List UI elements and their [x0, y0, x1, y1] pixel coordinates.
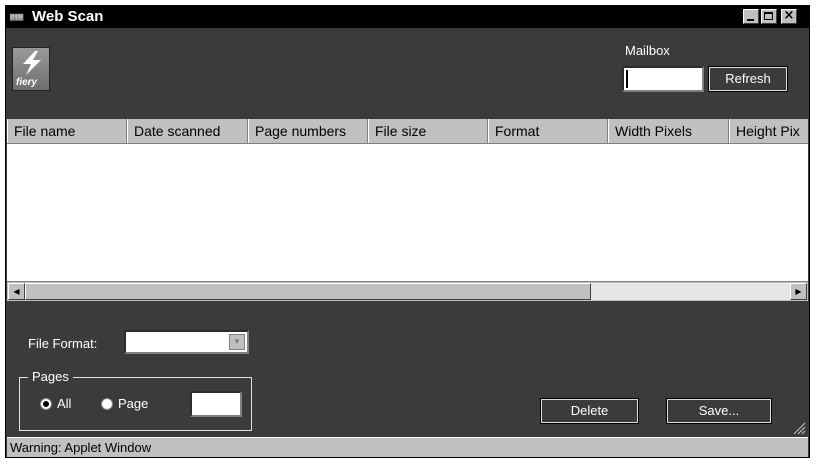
radio-all-label[interactable]: All	[57, 396, 71, 411]
column-header-width-pixels[interactable]: Width Pixels	[608, 119, 729, 143]
horizontal-scrollbar[interactable]: ◀ ▶	[7, 281, 808, 301]
scroll-left-arrow-icon[interactable]: ◀	[8, 283, 25, 300]
scrollbar-thumb[interactable]	[25, 283, 591, 300]
table-header: File name Date scanned Page numbers File…	[7, 119, 808, 144]
mailbox-label: Mailbox	[625, 43, 670, 58]
column-header-format[interactable]: Format	[488, 119, 608, 143]
column-header-file-size[interactable]: File size	[368, 119, 488, 143]
column-header-date-scanned[interactable]: Date scanned	[127, 119, 248, 143]
status-bar: Warning: Applet Window	[7, 437, 808, 457]
radio-page[interactable]	[101, 398, 113, 410]
fiery-logo: fiery	[12, 47, 50, 91]
mailbox-input[interactable]	[622, 66, 704, 92]
pages-group: Pages All Page	[19, 369, 252, 431]
save-button[interactable]: Save...	[666, 398, 772, 424]
chevron-down-icon[interactable]: ▼	[229, 334, 245, 350]
web-scan-window: ▦▦ Web Scan × fiery Mailbox Refresh File…	[5, 5, 810, 458]
app-icon: ▦▦	[10, 10, 24, 23]
file-format-label: File Format:	[28, 336, 98, 351]
page-number-input[interactable]	[190, 391, 242, 417]
maximize-button[interactable]	[761, 9, 777, 24]
title-bar[interactable]: ▦▦ Web Scan ×	[6, 6, 809, 28]
close-button[interactable]: ×	[781, 9, 797, 24]
window-title: Web Scan	[32, 8, 104, 25]
radio-all[interactable]	[40, 398, 52, 410]
minimize-button[interactable]	[743, 9, 759, 24]
text-caret	[626, 70, 628, 88]
file-format-select[interactable]: ▼	[124, 330, 249, 354]
scroll-right-arrow-icon[interactable]: ▶	[790, 283, 807, 300]
refresh-button[interactable]: Refresh	[708, 66, 788, 92]
column-header-height-pixels[interactable]: Height Pix	[729, 119, 808, 143]
resize-grip-icon[interactable]	[792, 421, 806, 435]
lightning-icon	[23, 51, 41, 75]
pages-legend: Pages	[28, 369, 73, 384]
column-header-file-name[interactable]: File name	[7, 119, 127, 143]
logo-text: fiery	[16, 77, 38, 88]
delete-button[interactable]: Delete	[540, 398, 639, 424]
file-list[interactable]	[7, 144, 808, 281]
column-header-page-numbers[interactable]: Page numbers	[248, 119, 368, 143]
radio-page-label[interactable]: Page	[118, 396, 148, 411]
